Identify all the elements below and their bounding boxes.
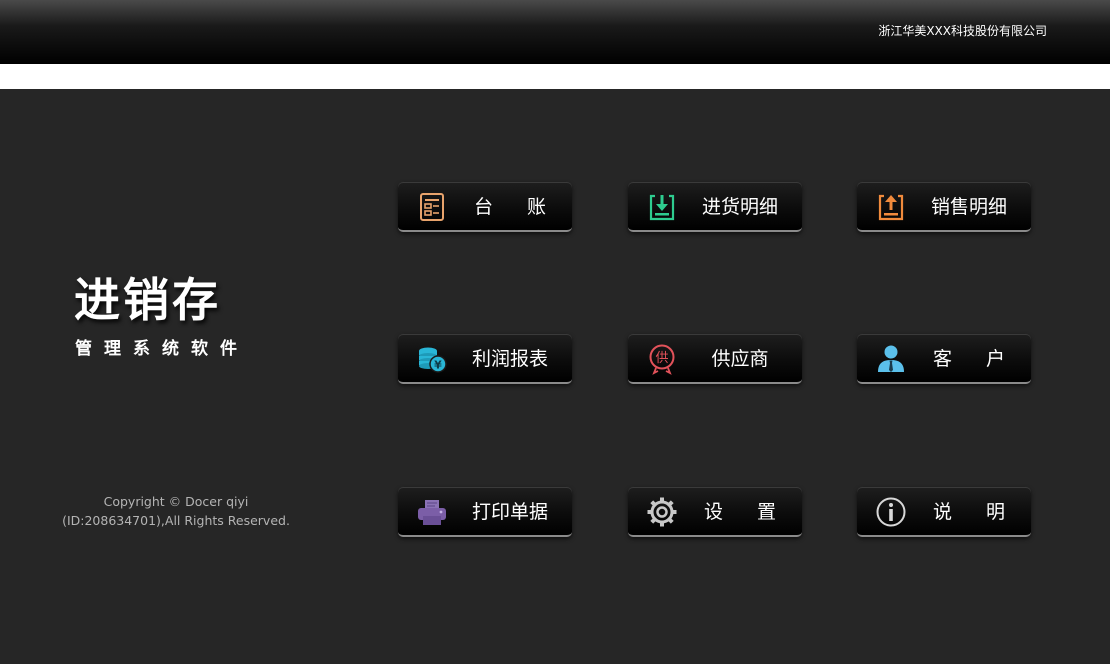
sales-detail-label: 销售明细 bbox=[930, 196, 1007, 218]
supplier-label: 供应商 bbox=[711, 348, 769, 370]
ledger-icon bbox=[416, 191, 448, 223]
top-header-bar: 浙江华美XXX科技股份有限公司 bbox=[0, 0, 1110, 64]
app-logo-title: 进销存 bbox=[74, 273, 221, 327]
print-receipt-button[interactable]: 打印单据 bbox=[398, 487, 572, 537]
ledger-button[interactable]: 台 账 bbox=[398, 182, 572, 232]
download-box-icon bbox=[646, 191, 678, 223]
copyright-line-2: (ID:208634701),All Rights Reserved. bbox=[62, 513, 290, 528]
purchase-detail-label: 进货明细 bbox=[701, 196, 778, 218]
info-icon bbox=[875, 496, 907, 528]
copyright-line-1: Copyright © Docer qiyi bbox=[103, 494, 249, 509]
settings-label: 设 置 bbox=[703, 501, 791, 523]
app-logo-subtitle: 管理系统软件 bbox=[75, 339, 249, 359]
sales-detail-button[interactable]: 销售明细 bbox=[857, 182, 1031, 232]
customer-label: 客 户 bbox=[932, 348, 1020, 370]
ledger-label: 台 账 bbox=[473, 196, 561, 218]
supplier-badge-icon: 供 bbox=[646, 343, 678, 375]
customer-button[interactable]: 客 户 bbox=[857, 334, 1031, 384]
coins-yen-icon: ¥ bbox=[416, 343, 448, 375]
printer-icon bbox=[416, 496, 448, 528]
customer-person-icon bbox=[875, 343, 907, 375]
print-receipt-label: 打印单据 bbox=[471, 501, 548, 523]
company-name: 浙江华美XXX科技股份有限公司 bbox=[878, 24, 1047, 38]
svg-text:¥: ¥ bbox=[434, 359, 442, 372]
instructions-button[interactable]: 说 明 bbox=[857, 487, 1031, 537]
purchase-detail-button[interactable]: 进货明细 bbox=[628, 182, 802, 232]
profit-report-label: 利润报表 bbox=[471, 348, 548, 370]
instructions-label: 说 明 bbox=[932, 501, 1020, 523]
upload-box-icon bbox=[875, 191, 907, 223]
copyright-notice: Copyright © Docer qiyi (ID:208634701),Al… bbox=[60, 492, 292, 530]
svg-text:供: 供 bbox=[655, 351, 668, 366]
gear-icon bbox=[646, 496, 678, 528]
header-divider-strip bbox=[0, 64, 1110, 89]
profit-report-button[interactable]: ¥ 利润报表 bbox=[398, 334, 572, 384]
settings-button[interactable]: 设 置 bbox=[628, 487, 802, 537]
supplier-button[interactable]: 供 供应商 bbox=[628, 334, 802, 384]
